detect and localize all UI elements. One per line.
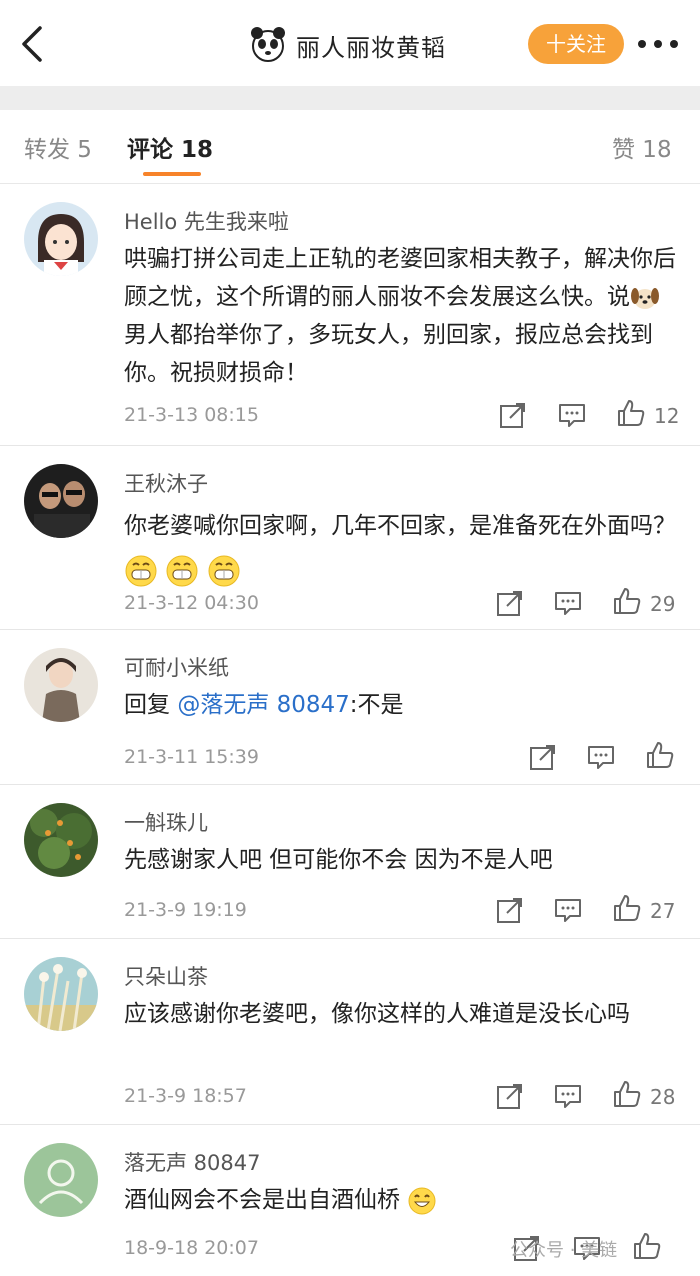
comment-item: 只朵山茶 应该感谢你老婆吧，像你这样的人难道是没长心吗 21-3-9 18:57… [0,939,700,1125]
share-icon[interactable] [495,588,525,618]
comment-author[interactable]: 落无声 80847 [124,1147,260,1177]
comment-author[interactable]: 王秋沐子 [124,468,208,498]
like-icon[interactable] [616,398,646,428]
grin-emoji-icon [208,555,240,586]
like-icon[interactable] [612,1079,642,1109]
comment-author[interactable]: Hello 先生我来啦 [124,206,289,236]
like-icon[interactable] [632,1231,662,1261]
avatar[interactable] [24,202,98,276]
dog-emoji-icon [631,287,659,309]
user-mention-link[interactable]: @落无声 80847 [177,692,349,718]
page-title: 丽人丽妆黄韬 [296,33,446,62]
watermark-text: 公众号 · 美链 [510,1240,618,1261]
like-count: 12 [654,404,680,428]
top-bar: 丽人丽妆黄韬 十关注 [0,0,700,86]
smile-emoji-icon [408,1187,436,1214]
comment-author[interactable]: 只朵山茶 [124,961,208,991]
comment-text: 哄骗打拼公司走上正轨的老婆回家相夫教子，解决你后顾之忧，这个所谓的丽人丽妆不会发… [124,246,676,386]
comment-icon[interactable] [553,588,583,618]
comment-timestamp: 21-3-13 08:15 [124,404,259,426]
comment-icon[interactable] [553,895,583,925]
comment-timestamp: 21-3-11 15:39 [124,746,259,768]
comment-icon[interactable] [557,400,587,430]
like-count: 28 [650,1085,676,1109]
grin-emoji-icon [166,555,198,586]
page-title-group[interactable]: 丽人丽妆黄韬 [248,22,446,68]
comment-timestamp: 21-3-9 18:57 [124,1085,247,1107]
grin-emoji-icon [125,555,157,586]
tab-likes[interactable]: 赞 18 [612,130,672,164]
like-icon[interactable] [612,586,642,616]
comment-text: 酒仙网会不会是出自酒仙桥 [124,1181,676,1219]
active-tab-indicator [143,172,201,176]
comment-text: 应该感谢你老婆吧，像你这样的人难道是没长心吗 [124,1001,630,1027]
tab-comments[interactable]: 评论 18 [127,130,213,164]
like-icon[interactable] [612,893,642,923]
comment-author[interactable]: 可耐小米纸 [124,652,229,682]
comment-item: Hello 先生我来啦 哄骗打拼公司走上正轨的老婆回家相夫教子，解决你后顾之忧，… [0,184,700,446]
comment-item: 王秋沐子 你老婆喊你回家啊，几年不回家，是准备死在外面吗？ 21-3-12 04… [0,446,700,630]
avatar[interactable] [24,648,98,722]
like-count: 29 [650,592,676,616]
panda-avatar-icon [251,27,285,62]
follow-button[interactable]: 十关注 [528,24,624,64]
comment-text: 回复 @落无声 80847:不是 [124,692,404,718]
avatar[interactable] [24,957,98,1031]
tab-reposts[interactable]: 转发 5 [24,130,92,164]
comment-timestamp: 18-9-18 20:07 [124,1237,259,1259]
comment-item: 一斛珠儿 先感谢家人吧 但可能你不会 因为不是人吧 21-3-9 19:19 2… [0,785,700,939]
comment-author[interactable]: 一斛珠儿 [124,807,208,837]
back-arrow-icon[interactable] [14,22,54,66]
avatar[interactable] [24,1143,98,1217]
share-icon[interactable] [528,742,558,772]
tab-bar: 转发 5 评论 18 赞 18 [0,110,700,184]
avatar[interactable] [24,464,98,538]
comment-timestamp: 21-3-9 19:19 [124,899,247,921]
share-icon[interactable] [495,1081,525,1111]
comment-list: Hello 先生我来啦 哄骗打拼公司走上正轨的老婆回家相夫教子，解决你后顾之忧，… [0,184,700,1275]
share-icon[interactable] [498,400,528,430]
comment-icon[interactable] [586,742,616,772]
section-divider [0,86,700,110]
avatar[interactable] [24,803,98,877]
comment-icon[interactable] [553,1081,583,1111]
comment-item: 可耐小米纸 回复 @落无声 80847:不是 21-3-11 15:39 [0,630,700,785]
more-dots-icon[interactable] [636,32,680,56]
share-icon[interactable] [495,895,525,925]
comment-text: 你老婆喊你回家啊，几年不回家，是准备死在外面吗？ [124,504,676,592]
comment-timestamp: 21-3-12 04:30 [124,592,259,614]
like-icon[interactable] [645,740,675,770]
comment-text: 先感谢家人吧 但可能你不会 因为不是人吧 [124,847,553,873]
like-count: 27 [650,899,676,923]
